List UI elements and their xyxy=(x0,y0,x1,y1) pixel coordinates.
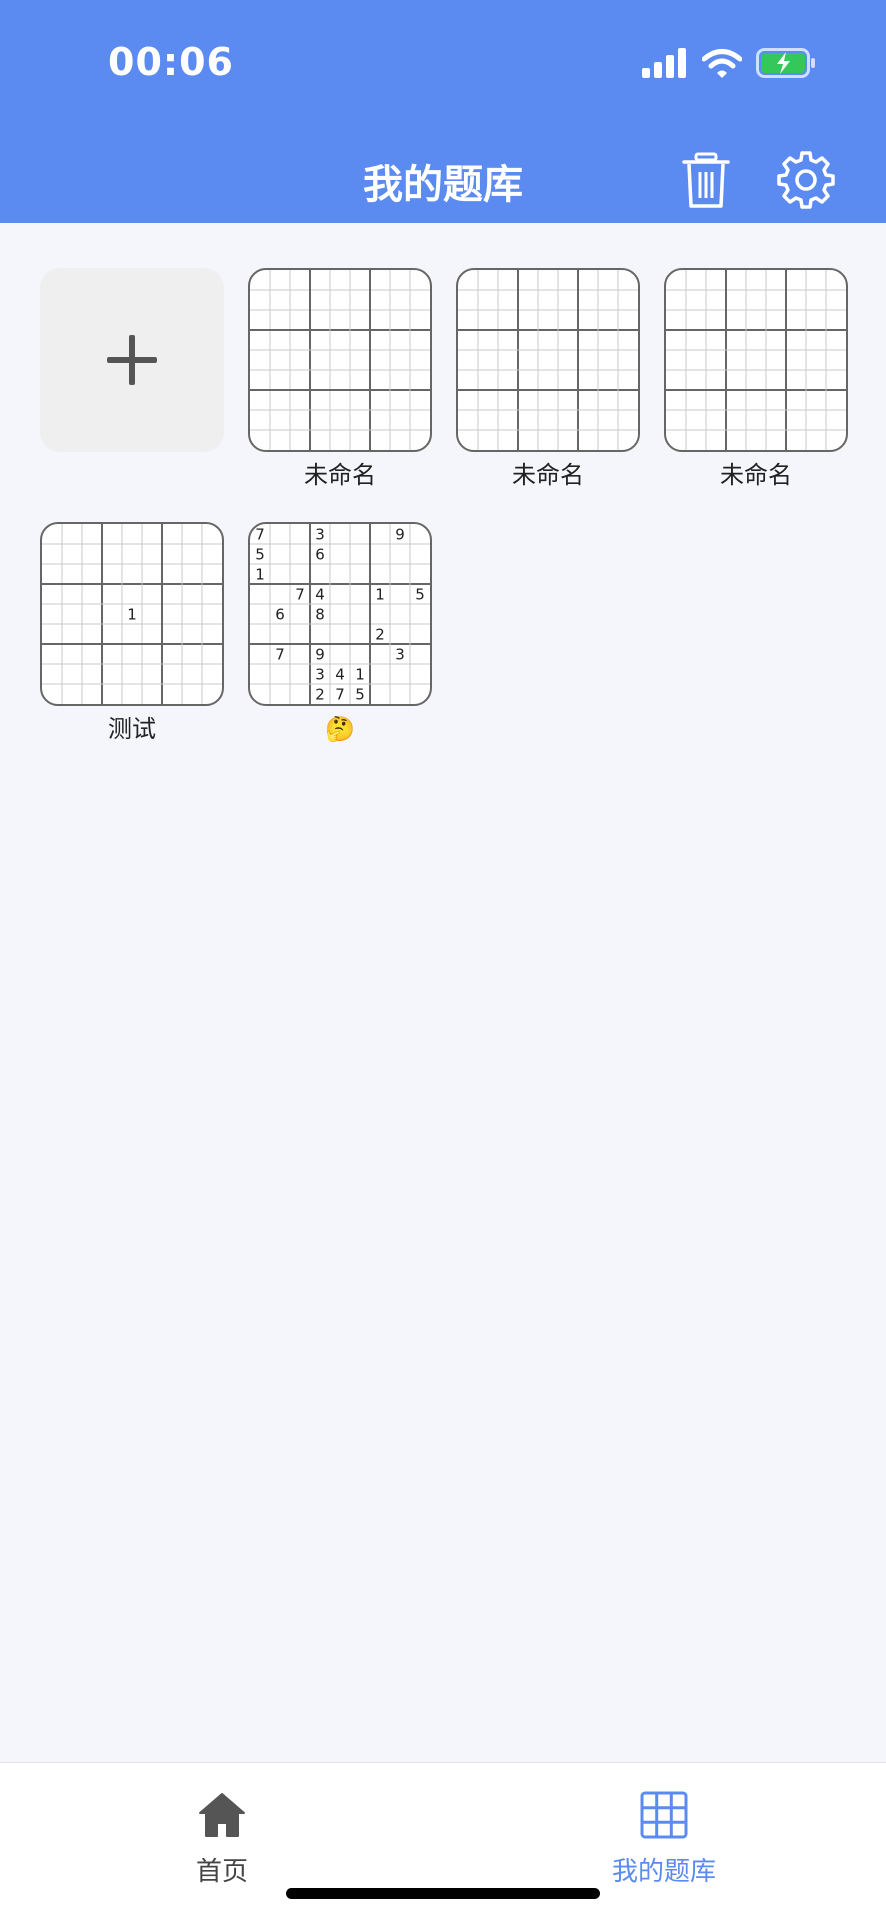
puzzle-name: 测试 xyxy=(108,715,156,743)
sudoku-grid xyxy=(250,270,430,450)
cell-digit: 1 xyxy=(127,606,137,624)
tab-my-puzzles[interactable]: 我的题库 xyxy=(564,1791,764,1888)
battery-icon xyxy=(756,48,815,78)
cell-digit: 7 xyxy=(255,526,265,544)
cell-digit: 7 xyxy=(275,646,285,664)
cell-digit: 1 xyxy=(375,586,385,604)
signal-icon xyxy=(642,48,686,78)
grid-icon xyxy=(640,1791,688,1839)
sudoku-board-thumbnail[interactable] xyxy=(248,268,432,452)
add-puzzle-button[interactable] xyxy=(40,268,224,452)
cell-digit: 3 xyxy=(315,526,325,544)
home-icon xyxy=(199,1793,245,1837)
settings-button[interactable] xyxy=(776,150,836,210)
cell-digit: 1 xyxy=(255,566,265,584)
cell-digit: 3 xyxy=(315,666,325,684)
tab-home-label: 首页 xyxy=(195,1857,248,1887)
sudoku-grid: 1 xyxy=(42,524,222,704)
cell-digit: 4 xyxy=(335,666,345,684)
cell-digit: 6 xyxy=(275,606,285,624)
sudoku-board-thumbnail[interactable]: 7395617415682793341275 xyxy=(248,522,432,706)
puzzle-tile[interactable]: 7 3 9 5 6 1 7 4 1 5 6 8 2 7 9 3 3 4 1 2 7 5 🤔 xyxy=(248,522,432,746)
cell-digit: 5 xyxy=(415,586,425,604)
puzzle-tile[interactable]: 未命名 xyxy=(248,268,432,492)
tab-home[interactable]: 首页 xyxy=(122,1791,322,1888)
cell-digit: 2 xyxy=(315,686,325,704)
trash-icon xyxy=(682,152,730,208)
status-time: 00:06 xyxy=(108,40,234,84)
plus-icon xyxy=(107,335,157,385)
sudoku-grid xyxy=(666,270,846,450)
puzzle-tile[interactable]: 1 测试 xyxy=(40,522,224,746)
screen: 00:06 我的题库 未命名 未命名 未命名 1 测试 7 3 9 5 6 1 … xyxy=(0,0,886,1920)
home-indicator xyxy=(286,1888,600,1899)
cell-digit: 9 xyxy=(315,646,325,664)
cell-digit: 1 xyxy=(355,666,365,684)
cell-digit: 5 xyxy=(255,546,265,564)
status-icons xyxy=(642,48,816,78)
puzzle-name: 未命名 xyxy=(720,461,792,489)
cell-digit: 9 xyxy=(395,526,405,544)
cell-digit: 7 xyxy=(335,686,345,704)
header-bar: 00:06 我的题库 xyxy=(0,0,886,223)
page-title: 我的题库 xyxy=(363,162,523,208)
cell-digit: 8 xyxy=(315,606,325,624)
puzzle-tile[interactable]: 未命名 xyxy=(664,268,848,492)
puzzle-name: 🤔 xyxy=(325,715,355,743)
sudoku-board-thumbnail[interactable] xyxy=(456,268,640,452)
delete-button[interactable] xyxy=(676,150,736,210)
cell-digit: 6 xyxy=(315,546,325,564)
add-puzzle-tile[interactable] xyxy=(40,268,224,492)
sudoku-grid xyxy=(458,270,638,450)
puzzle-name: 未命名 xyxy=(512,461,584,489)
gear-icon xyxy=(777,151,835,209)
cell-digit: 4 xyxy=(315,586,325,604)
cell-digit: 5 xyxy=(355,686,365,704)
cell-digit: 7 xyxy=(295,586,305,604)
puzzle-name: 未命名 xyxy=(304,461,376,489)
sudoku-grid: 7 3 95 617 4 1 56 827 9 33 4 12 7 5 xyxy=(250,524,430,704)
tab-my-puzzles-label: 我的题库 xyxy=(611,1857,716,1887)
cell-digit: 2 xyxy=(375,626,385,644)
cell-digit: 3 xyxy=(395,646,405,664)
wifi-icon xyxy=(702,49,742,78)
puzzle-tile[interactable]: 未命名 xyxy=(456,268,640,492)
sudoku-board-thumbnail[interactable] xyxy=(664,268,848,452)
sudoku-board-thumbnail[interactable]: 1 xyxy=(40,522,224,706)
puzzle-grid: 未命名 未命名 未命名 1 测试 7 3 9 5 6 1 7 4 1 5 6 8 2 7 9 3 3 4 1 2 7 5 🤔 xyxy=(40,268,850,746)
